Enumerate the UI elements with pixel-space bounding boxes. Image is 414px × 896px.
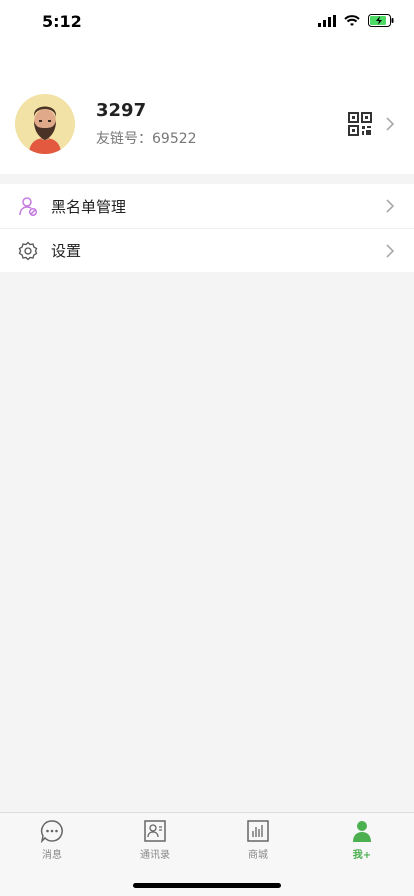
bearded-man-avatar-icon (15, 94, 75, 154)
battery-charging-icon (368, 14, 394, 27)
menu-item-label: 设置 (51, 242, 82, 260)
avatar[interactable] (15, 94, 75, 154)
tab-label: 商城 (248, 850, 268, 861)
home-indicator (133, 883, 281, 888)
contacts-icon (144, 820, 166, 842)
tab-shop[interactable]: 商城 (218, 819, 298, 861)
tab-messages[interactable]: 消息 (12, 819, 92, 861)
chat-icon (40, 820, 63, 843)
tab-label: 通讯录 (140, 850, 170, 861)
status-icons (318, 14, 394, 27)
wifi-icon (344, 14, 360, 26)
menu-item-blacklist[interactable]: 黑名单管理 (0, 184, 414, 228)
person-icon (353, 821, 371, 842)
tab-label: 我+ (352, 850, 372, 861)
menu-item-settings[interactable]: 设置 (0, 228, 414, 272)
settings-menu: 黑名单管理 设置 (0, 184, 414, 272)
tab-bar: 消息 通讯录 商城 我+ (0, 812, 414, 896)
profile-name: 3297 (96, 100, 147, 121)
status-bar: 5:12 (0, 0, 414, 44)
chevron-right-icon (386, 199, 395, 213)
cellular-signal-icon (318, 14, 336, 27)
status-time: 5:12 (42, 12, 82, 31)
shop-chart-icon (247, 820, 269, 842)
tab-me[interactable]: 我+ (322, 819, 402, 861)
tab-label: 消息 (42, 850, 62, 861)
chevron-right-icon (386, 244, 395, 258)
profile-row[interactable]: 3297 友链号：69522 (0, 88, 414, 160)
tab-contacts[interactable]: 通讯录 (115, 819, 195, 861)
chevron-right-icon (386, 117, 395, 131)
gear-icon (18, 241, 38, 260)
qr-code-icon[interactable] (348, 112, 372, 136)
menu-item-label: 黑名单管理 (51, 197, 127, 216)
user-block-icon (19, 197, 38, 216)
profile-id: 友链号：69522 (96, 131, 197, 147)
